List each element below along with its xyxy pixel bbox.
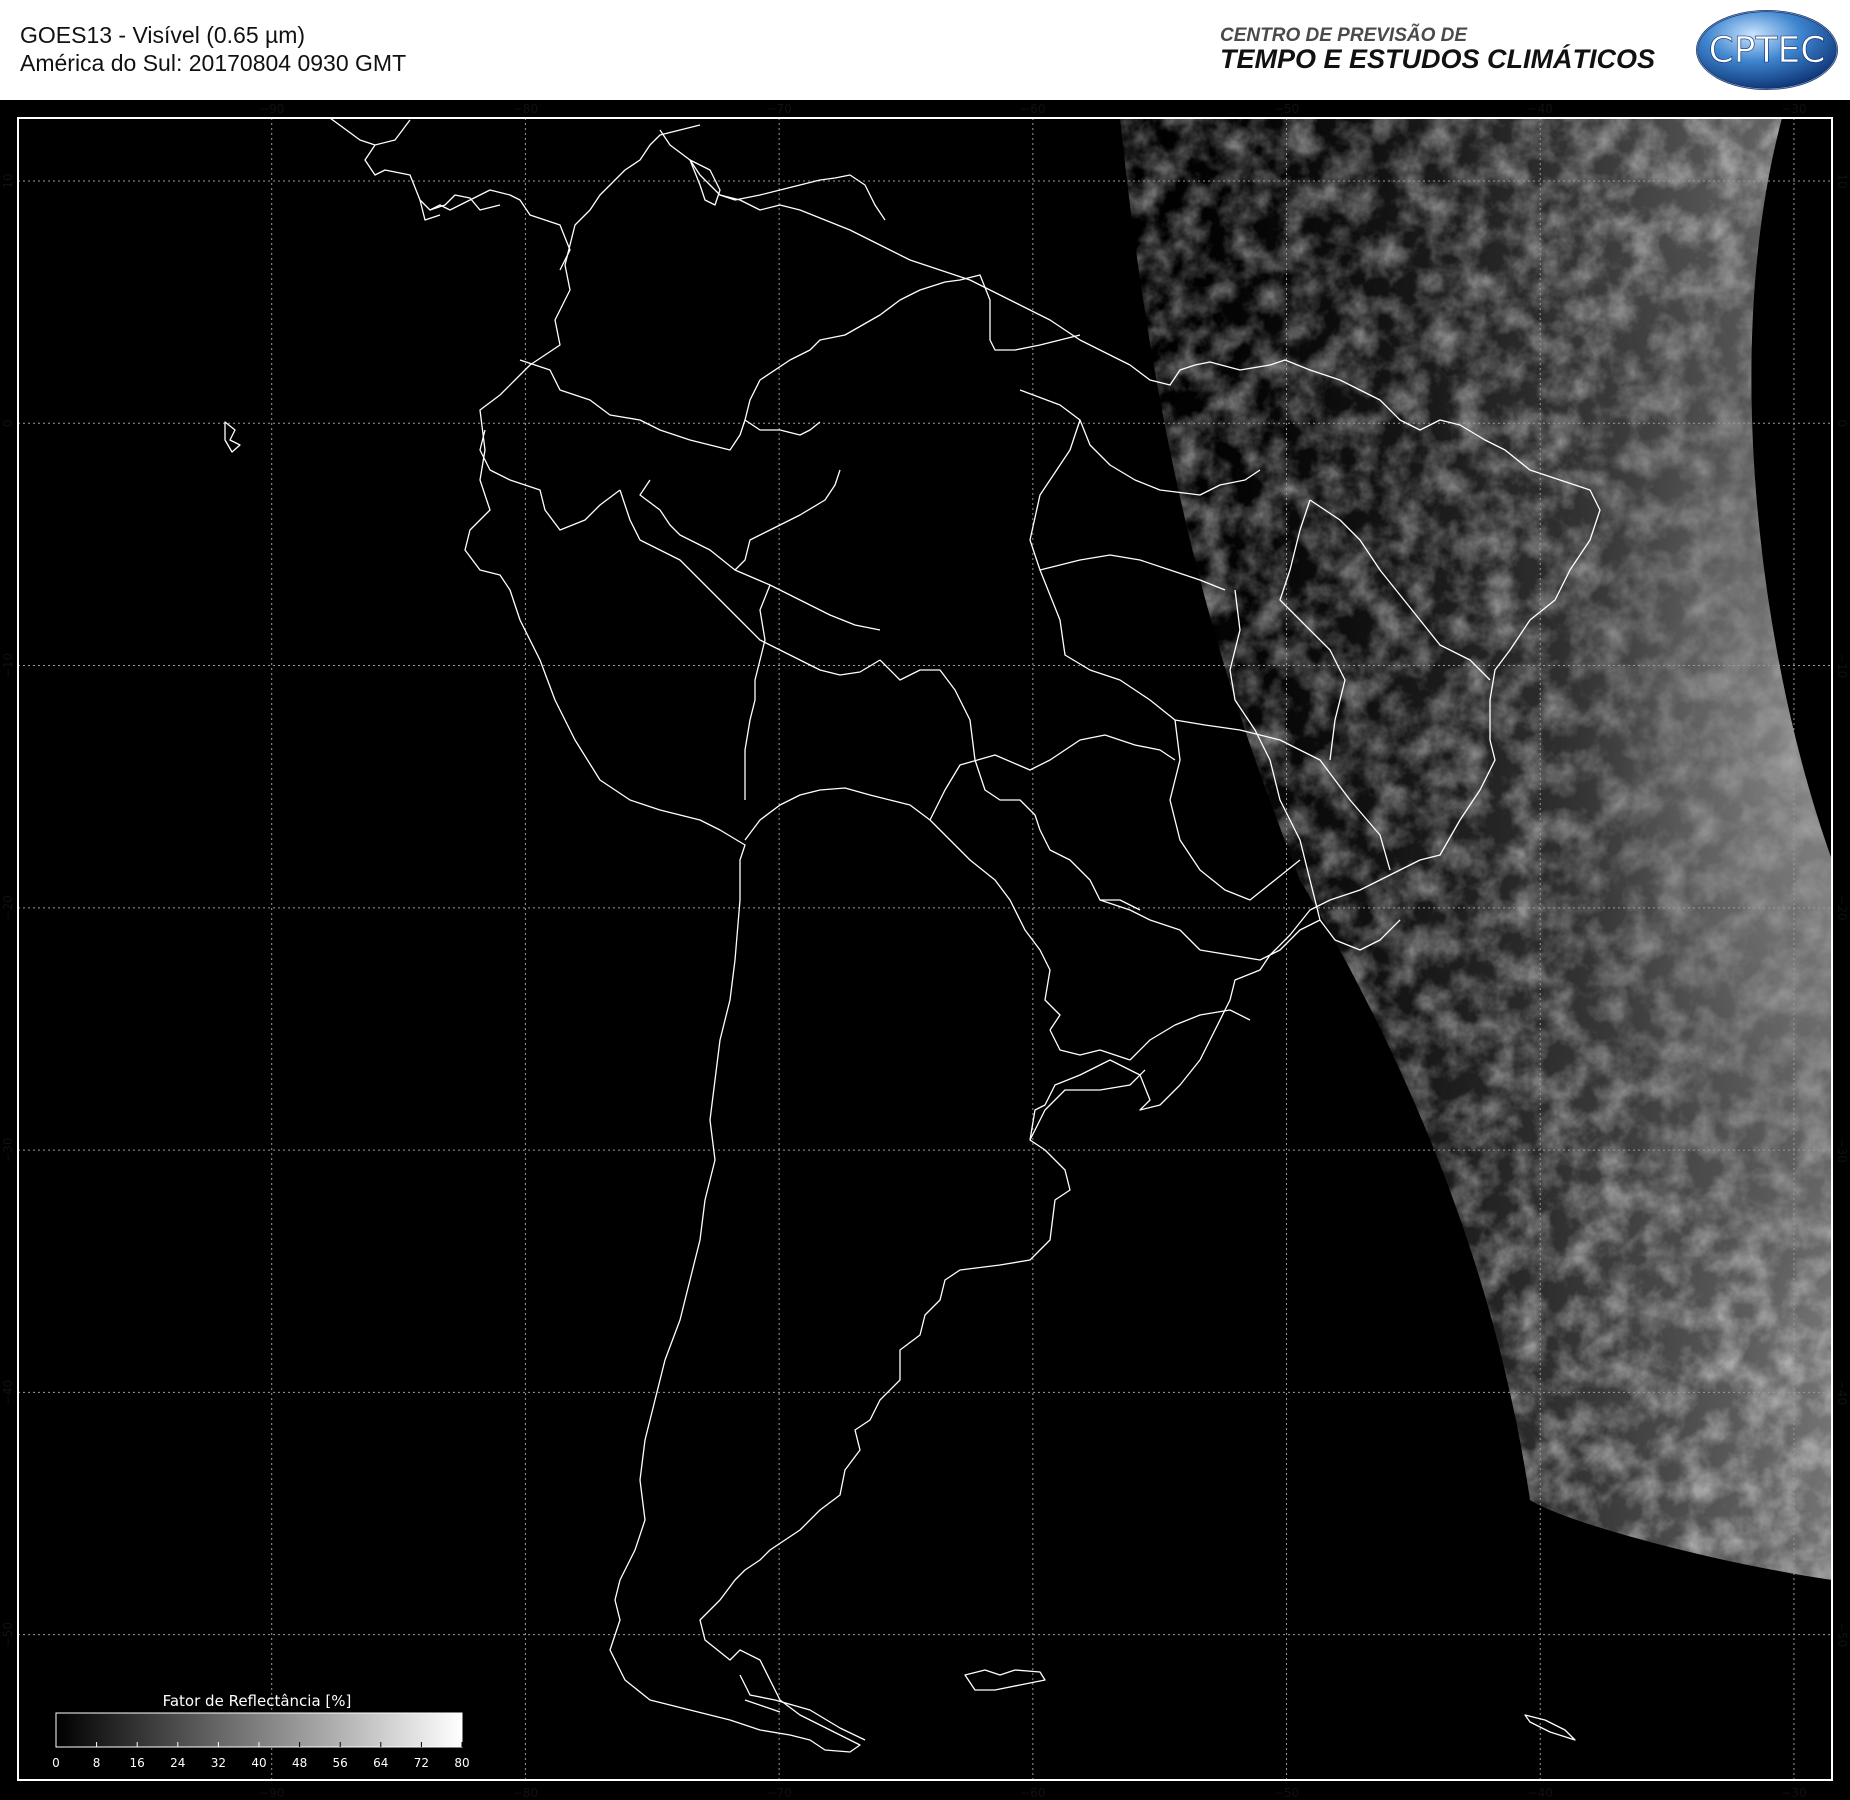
- lon-label-top: −30: [1781, 102, 1806, 116]
- lat-label-right: −30: [1835, 1137, 1849, 1162]
- colorbar-tick-label: 64: [373, 1756, 388, 1770]
- colorbar-tick-label: 72: [414, 1756, 429, 1770]
- satellite-map: −90 −80 −70 −60 −50 −40 −30 −90 −80 −70 −60 −50 −40…: [0, 100, 1850, 1800]
- cptec-logo-text: CPTEC: [1708, 30, 1826, 72]
- lon-label-bottom: −50: [1274, 1786, 1299, 1800]
- lat-label-right: 10: [1835, 173, 1849, 188]
- lat-label-left: 10: [1, 173, 15, 188]
- lat-label-left: −30: [1, 1137, 15, 1162]
- colorbar-ramp: [55, 1712, 463, 1748]
- lat-label-right: −50: [1835, 1622, 1849, 1647]
- lon-label-top: −90: [259, 102, 284, 116]
- colorbar-tick-label: 48: [292, 1756, 307, 1770]
- header: GOES13 - Visível (0.65 µm) América do Su…: [0, 0, 1850, 100]
- colorbar-tick-label: 8: [93, 1756, 101, 1770]
- lat-label-left: −20: [1, 895, 15, 920]
- colorbar-tick-label: 56: [333, 1756, 348, 1770]
- colorbar-title: Fator de Reflectância [%]: [163, 1692, 352, 1710]
- lat-label-right: −40: [1835, 1380, 1849, 1405]
- colorbar-tick-label: 24: [170, 1756, 185, 1770]
- product-title: GOES13 - Visível (0.65 µm): [20, 22, 306, 48]
- lon-label-top: −80: [513, 102, 538, 116]
- svg-text:CPTEC: CPTEC: [1709, 30, 1826, 71]
- lon-label-bottom: −40: [1528, 1786, 1553, 1800]
- colorbar-tick-label: 40: [251, 1756, 266, 1770]
- lon-label-bottom: −30: [1781, 1786, 1806, 1800]
- lon-label-top: −60: [1020, 102, 1045, 116]
- lat-label-left: −50: [1, 1622, 15, 1647]
- lat-label-left: −10: [1, 653, 15, 678]
- lon-label-top: −70: [766, 102, 791, 116]
- lat-label-right: −10: [1835, 653, 1849, 678]
- lon-label-top: −40: [1528, 102, 1553, 116]
- lat-label-right: −20: [1835, 895, 1849, 920]
- colorbar-tick-label: 0: [52, 1756, 60, 1770]
- lon-label-bottom: −70: [766, 1786, 791, 1800]
- lon-label-top: −50: [1274, 102, 1299, 116]
- colorbar-tick-label: 80: [454, 1756, 469, 1770]
- lon-label-bottom: −80: [513, 1786, 538, 1800]
- lat-label-right: 0: [1835, 419, 1849, 427]
- colorbar-tick-label: 32: [211, 1756, 226, 1770]
- lat-label-left: −40: [1, 1380, 15, 1405]
- org-name-line2: TEMPO E ESTUDOS CLIMÁTICOS: [1220, 44, 1656, 74]
- colorbar-tick-label: 16: [130, 1756, 145, 1770]
- lon-label-bottom: −60: [1020, 1786, 1045, 1800]
- lat-label-left: 0: [1, 419, 15, 427]
- region-datetime: América do Sul: 20170804 0930 GMT: [20, 50, 407, 76]
- lon-label-bottom: −90: [259, 1786, 284, 1800]
